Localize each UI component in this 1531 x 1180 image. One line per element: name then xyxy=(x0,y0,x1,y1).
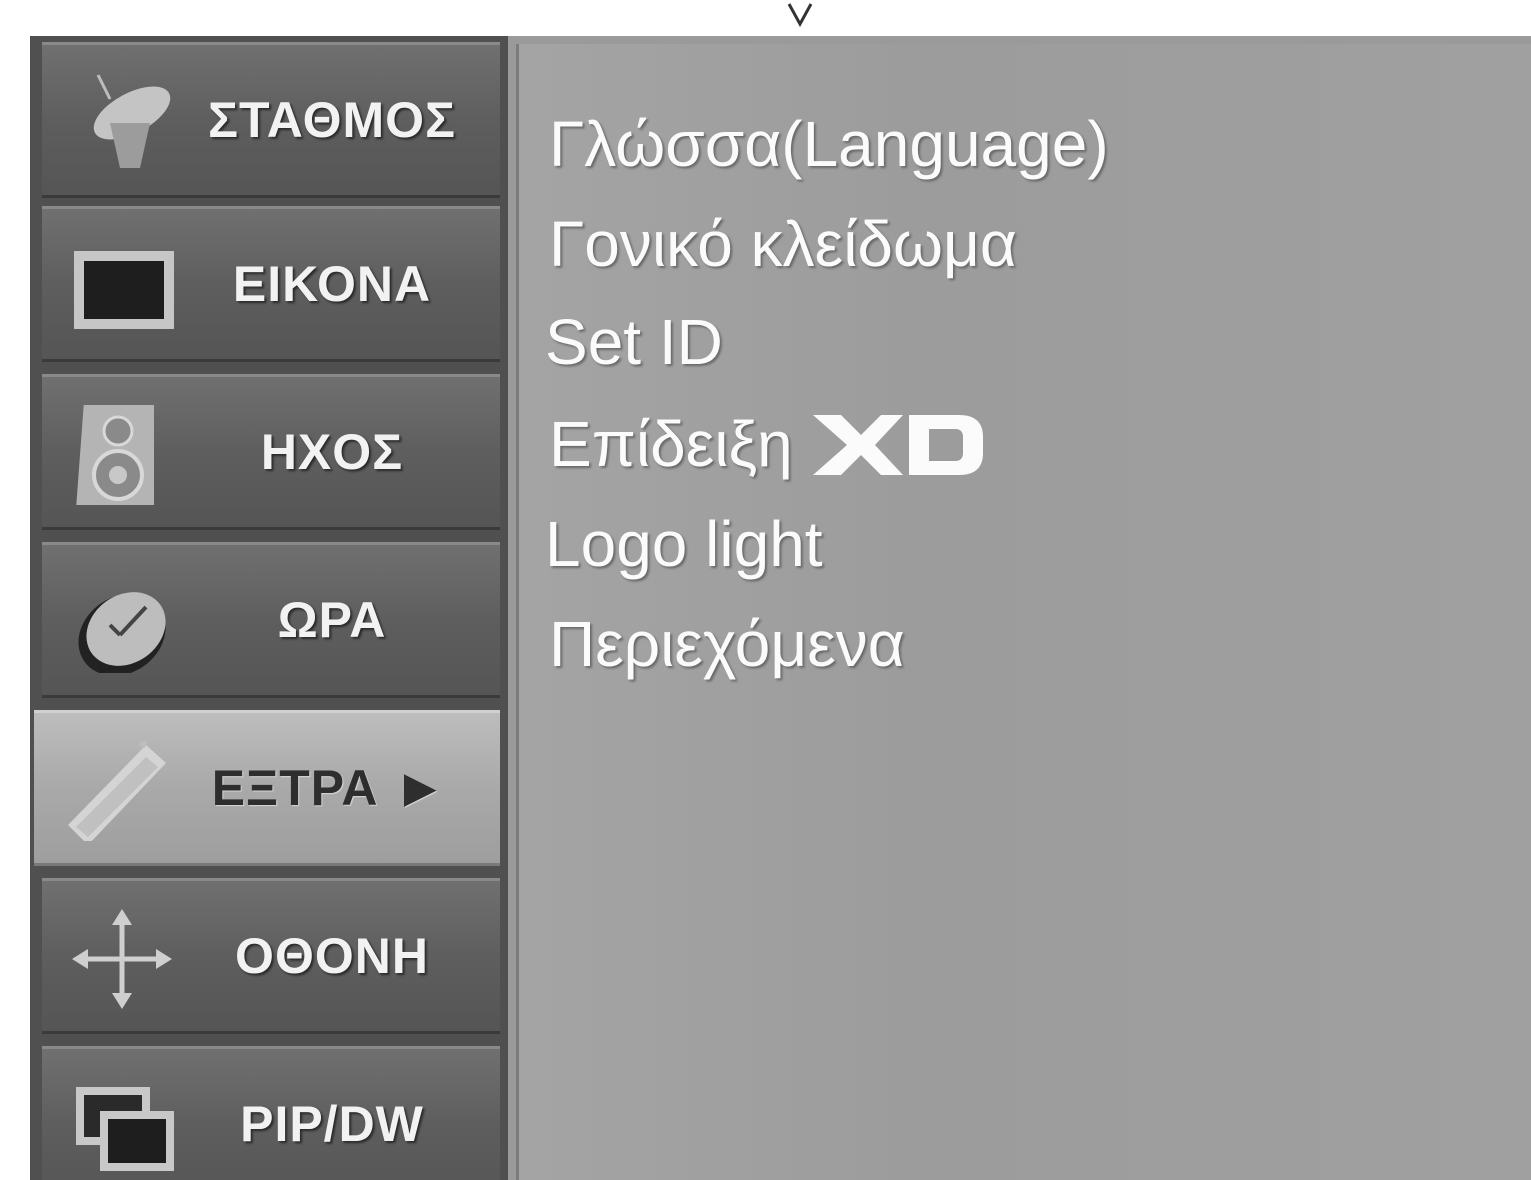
sidebar-item-sound[interactable]: ΗΧΟΣ xyxy=(42,374,500,530)
submenu-panel: Γλώσσα(Language) Γονικό κλείδωμα Set ID … xyxy=(516,44,1531,1180)
tv-osd-screen: ΣΤΑΘΜΟΣ ΕΙΚΟΝΑ ΗΧΟΣ ΩΡΑ ΕΞΤΡΑ ▶ ΟΘΟΝΗ PI… xyxy=(0,0,1531,1180)
sidebar-item-pip[interactable]: PIP/DW xyxy=(42,1046,500,1180)
sidebar-item-station[interactable]: ΣΤΑΘΜΟΣ xyxy=(42,42,500,198)
sidebar-item-label: PIP/DW xyxy=(240,1096,424,1152)
option-demo[interactable]: Επίδειξη xyxy=(549,404,985,484)
option-contents[interactable]: Περιεχόμενα xyxy=(549,604,905,684)
pip-icon xyxy=(76,1087,174,1171)
picture-icon xyxy=(74,251,174,329)
sidebar-item-label: ΗΧΟΣ xyxy=(260,424,404,480)
sidebar-item-screen[interactable]: ΟΘΟΝΗ xyxy=(42,878,500,1034)
submenu-arrow-icon: ▶ xyxy=(404,766,437,810)
xd-logo xyxy=(812,415,983,476)
option-parental-lock[interactable]: Γονικό κλείδωμα xyxy=(549,204,1017,284)
sidebar-item-label: ΕΙΚΟΝΑ xyxy=(232,256,432,312)
sidebar-item-label: ΟΘΟΝΗ xyxy=(235,928,429,984)
scroll-indicator-icon xyxy=(787,3,813,28)
remote-control-icon xyxy=(68,741,166,841)
option-set-id[interactable]: Set ID xyxy=(545,302,723,382)
satellite-dish-icon xyxy=(93,74,171,168)
sidebar-item-label: ΕΞΤΡΑ ▶ xyxy=(211,760,437,816)
clock-icon xyxy=(78,592,166,673)
sidebar-item-time[interactable]: ΩΡΑ xyxy=(42,542,500,698)
sidebar-item-label: ΩΡΑ xyxy=(277,592,387,648)
sidebar-item-label: ΣΤΑΘΜΟΣ xyxy=(207,92,457,148)
option-logo-light[interactable]: Logo light xyxy=(545,504,823,584)
sidebar: ΣΤΑΘΜΟΣ ΕΙΚΟΝΑ ΗΧΟΣ ΩΡΑ ΕΞΤΡΑ ▶ ΟΘΟΝΗ PI… xyxy=(30,36,508,1180)
sidebar-item-picture[interactable]: ΕΙΚΟΝΑ xyxy=(42,206,500,362)
speaker-icon xyxy=(76,405,154,505)
sidebar-item-extra[interactable]: ΕΞΤΡΑ ▶ xyxy=(34,710,500,866)
option-language[interactable]: Γλώσσα(Language) xyxy=(549,104,1109,184)
screen-move-icon xyxy=(72,909,172,1009)
option-demo-label: Επίδειξη xyxy=(549,408,793,480)
